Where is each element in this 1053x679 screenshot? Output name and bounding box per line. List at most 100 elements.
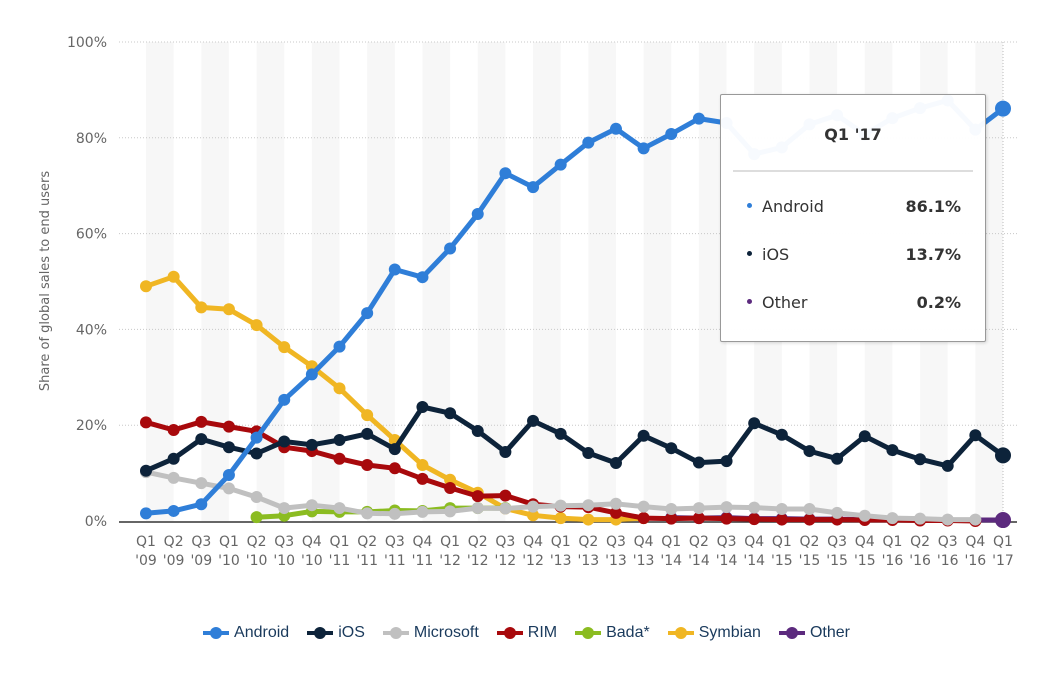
legend-item-microsoft[interactable]: Microsoft	[382, 624, 479, 642]
x-tick-label: Q1	[551, 534, 571, 550]
legend-marker-icon	[667, 626, 694, 640]
legend-item-rim[interactable]: RIM	[496, 624, 558, 642]
data-point	[748, 417, 761, 430]
legend-label: Microsoft	[413, 624, 479, 641]
data-point	[278, 435, 291, 448]
data-point	[886, 444, 899, 457]
data-point	[748, 501, 761, 514]
data-point	[803, 503, 816, 516]
data-point	[637, 142, 650, 155]
data-point	[554, 512, 567, 525]
x-tick-label: Q1	[882, 534, 902, 550]
x-tick-label: Q3	[385, 534, 405, 550]
data-point	[858, 509, 871, 522]
x-tick-label: Q3	[717, 534, 737, 550]
data-point	[471, 424, 484, 437]
x-tick-label: '12	[522, 553, 544, 569]
x-tick-label: '10	[273, 553, 295, 569]
data-point	[582, 446, 595, 459]
data-point	[471, 490, 484, 503]
tooltip-value: 0.2%	[916, 293, 961, 312]
tooltip-dot-icon	[747, 251, 752, 256]
data-point	[554, 499, 567, 512]
data-point	[803, 445, 816, 458]
y-axis-ticks: 0% 20% 40% 60% 80% 100%	[67, 35, 107, 530]
x-tick-label: Q1	[993, 534, 1013, 550]
x-tick-label: Q4	[412, 534, 432, 550]
x-tick-label: Q3	[827, 534, 847, 550]
data-point	[416, 505, 429, 518]
data-point	[195, 433, 208, 446]
legend-item-android[interactable]: Android	[203, 624, 289, 642]
legend-item-other[interactable]: Other	[778, 624, 850, 642]
x-tick-label: Q1	[772, 534, 792, 550]
data-point	[637, 500, 650, 513]
data-point	[444, 505, 457, 518]
legend-item-symbian[interactable]: Symbian	[667, 624, 761, 642]
x-tick-label: '14	[743, 553, 765, 569]
x-tick-label: Q1	[330, 534, 350, 550]
data-point	[305, 438, 318, 451]
data-point	[499, 167, 512, 180]
data-point	[167, 504, 180, 517]
data-point	[609, 457, 622, 470]
data-point	[388, 263, 401, 276]
data-point	[250, 319, 263, 332]
data-point	[831, 506, 844, 519]
data-point	[720, 455, 733, 468]
legend-marker-icon	[496, 626, 523, 640]
data-point	[969, 429, 982, 442]
x-tick-label: '13	[550, 553, 572, 569]
x-tick-label: '14	[660, 553, 682, 569]
x-axis-ticks: Q1 '09 Q2 '09 Q3 '09 Q1 '10 Q2 '10 Q3 '10 Q4 '10 Q1 '11…	[135, 534, 1014, 569]
data-point	[444, 407, 457, 420]
x-tick-label: Q3	[274, 534, 294, 550]
x-tick-label: '09	[190, 553, 212, 569]
tooltip-label: Android	[762, 197, 824, 216]
y-tick-label: 80%	[76, 131, 107, 147]
data-point	[995, 447, 1011, 464]
x-tick-label: Q2	[578, 534, 598, 550]
data-point	[665, 503, 678, 516]
legend-item-bada[interactable]: Bada*	[575, 624, 650, 642]
x-tick-label: Q1	[661, 534, 681, 550]
data-point	[361, 458, 374, 471]
x-tick-label: '12	[495, 553, 517, 569]
tooltip-row-other: Other 0.2%	[747, 293, 961, 315]
data-point	[637, 429, 650, 442]
legend-label: Symbian	[698, 624, 761, 641]
data-point	[222, 441, 235, 454]
legend-label: Other	[809, 624, 850, 641]
x-tick-label: Q2	[910, 534, 930, 550]
data-point	[637, 512, 650, 525]
legend-dot	[210, 627, 223, 639]
x-tick-label: '11	[384, 553, 406, 569]
tooltip-separator	[733, 170, 973, 172]
tooltip: Q1 '17 Android 86.1% iOS 13.7% Other 0.2…	[720, 94, 986, 342]
tooltip-value: 13.7%	[905, 245, 961, 264]
data-point	[222, 303, 235, 316]
y-tick-label: 60%	[76, 227, 107, 243]
x-tick-label: Q2	[357, 534, 377, 550]
x-tick-label: '09	[163, 553, 185, 569]
data-point	[416, 271, 429, 284]
x-tick-label: Q4	[855, 534, 875, 550]
data-point	[941, 459, 954, 472]
data-point	[914, 512, 927, 525]
legend-label: Android	[234, 624, 290, 641]
tooltip-value: 86.1%	[905, 197, 961, 216]
column-band	[533, 42, 561, 521]
x-tick-label: Q3	[606, 534, 626, 550]
x-tick-label: Q3	[495, 534, 515, 550]
x-tick-label: Q1	[440, 534, 460, 550]
data-point	[582, 513, 595, 526]
data-point	[333, 502, 346, 515]
data-point	[250, 511, 263, 524]
data-point	[692, 112, 705, 125]
y-tick-label: 100%	[67, 35, 107, 51]
legend-item-ios[interactable]: iOS	[307, 624, 365, 642]
x-tick-label: '10	[246, 553, 268, 569]
x-tick-label: Q4	[523, 534, 543, 550]
legend-dot	[582, 627, 595, 639]
legend-label: RIM	[527, 624, 558, 641]
